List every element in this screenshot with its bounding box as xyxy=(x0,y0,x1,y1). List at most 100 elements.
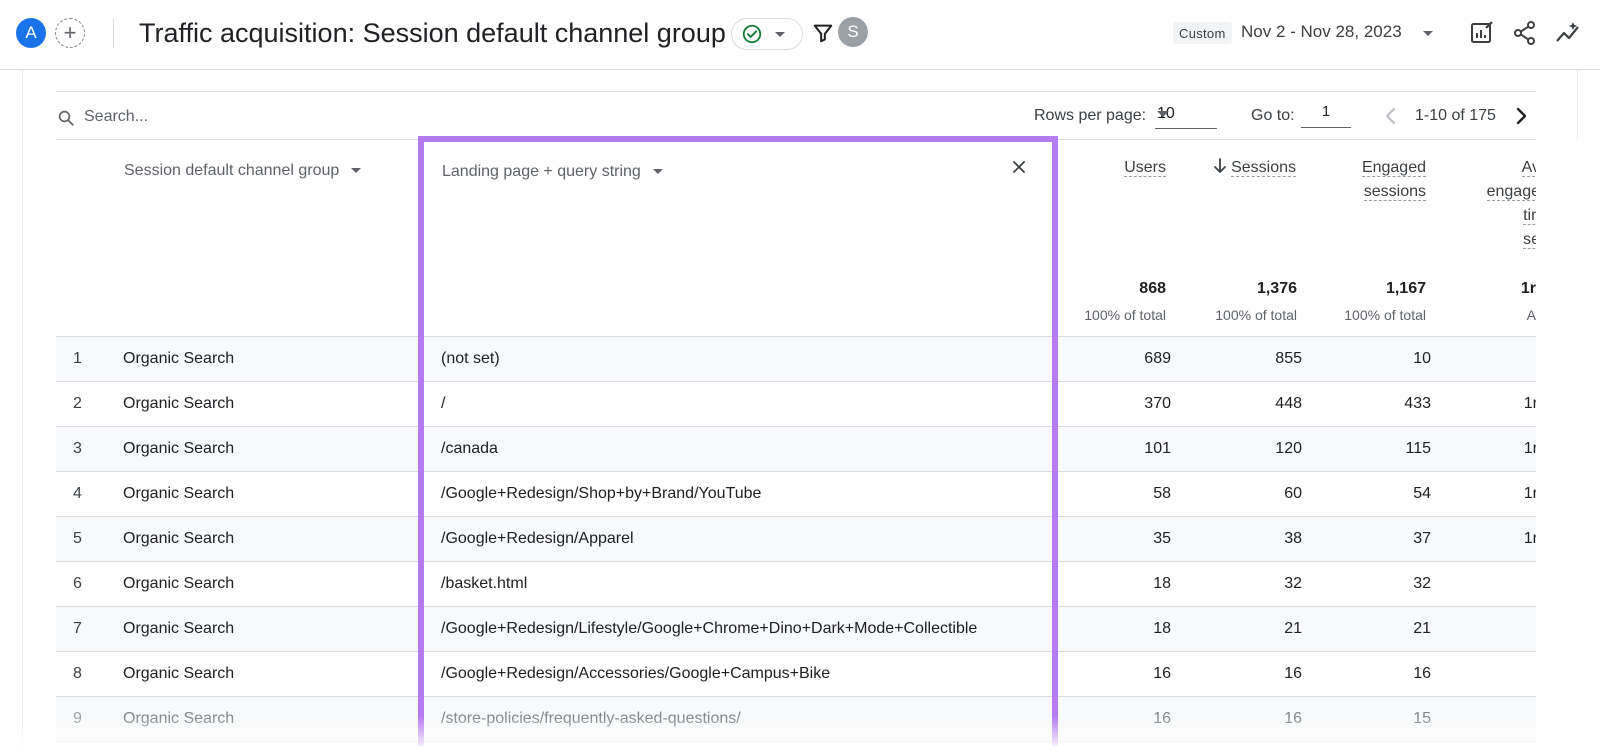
row-index: 3 xyxy=(73,440,82,457)
insights-icon[interactable] xyxy=(1554,19,1582,47)
table-row[interactable]: 9 Organic Search /store-policies/frequen… xyxy=(56,697,1536,742)
total-avg-engagement: 1r xyxy=(1520,280,1536,297)
row-index: 5 xyxy=(73,530,82,547)
date-range-picker[interactable]: Nov 2 - Nov 28, 2023 xyxy=(1241,22,1402,42)
engaged-sessions-cell: 115 xyxy=(1405,440,1431,457)
custom-range-badge: Custom xyxy=(1173,22,1232,44)
users-cell: 16 xyxy=(1153,710,1171,727)
landing-page-cell: /Google+Redesign/Apparel xyxy=(441,530,634,547)
landing-page-cell: / xyxy=(441,395,446,412)
users-cell: 18 xyxy=(1153,575,1171,592)
sessions-cell: 120 xyxy=(1275,440,1302,457)
total-users: 868 xyxy=(1139,280,1166,297)
total-sessions: 1,376 xyxy=(1256,280,1297,297)
table-row[interactable]: 8 Organic Search /Google+Redesign/Access… xyxy=(56,652,1536,697)
landing-page-cell: /Google+Redesign/Shop+by+Brand/YouTube xyxy=(441,485,762,502)
sessions-cell: 60 xyxy=(1284,485,1302,502)
channel-cell: Organic Search xyxy=(123,485,235,502)
rows-per-page-select[interactable]: 10 xyxy=(1155,102,1217,129)
table-row[interactable]: 1 Organic Search (not set) 689 855 10 xyxy=(56,337,1536,382)
row-index: 7 xyxy=(73,620,82,637)
table-row[interactable]: 4 Organic Search /Google+Redesign/Shop+b… xyxy=(56,472,1538,517)
users-cell: 689 xyxy=(1144,350,1171,367)
users-cell: 58 xyxy=(1153,485,1171,502)
column-header-engaged-sessions[interactable]: Engaged sessions xyxy=(1322,156,1426,204)
chevron-down-icon xyxy=(775,31,785,37)
chevron-right-icon[interactable] xyxy=(1511,104,1531,128)
chevron-down-icon[interactable] xyxy=(652,169,663,175)
row-index: 2 xyxy=(73,395,82,412)
channel-cell: Organic Search xyxy=(123,710,235,727)
column-header-sessions[interactable]: Sessions xyxy=(1198,156,1296,180)
channel-cell: Organic Search xyxy=(123,575,235,592)
column-header-label: Session default channel group xyxy=(124,162,340,179)
channel-cell: Organic Search xyxy=(123,395,235,412)
column-header-label: Users xyxy=(1124,159,1166,177)
user-avatar[interactable]: S xyxy=(838,17,868,47)
total-engaged-percent: 100% of total xyxy=(1344,307,1426,323)
add-comparison-button[interactable]: + xyxy=(55,18,85,48)
table-row[interactable]: 2 Organic Search / 370 448 433 1r xyxy=(56,382,1538,427)
channel-cell: Organic Search xyxy=(123,440,235,457)
total-users-percent: 100% of total xyxy=(1084,307,1166,323)
table-row[interactable]: 5 Organic Search /Google+Redesign/Appare… xyxy=(56,517,1538,562)
users-cell: 18 xyxy=(1153,620,1171,637)
landing-page-cell: /Google+Redesign/Lifestyle/Google+Chrome… xyxy=(441,620,978,637)
divider xyxy=(56,91,1536,92)
channel-cell: Organic Search xyxy=(123,620,235,637)
sessions-cell: 21 xyxy=(1284,620,1302,637)
channel-cell: Organic Search xyxy=(123,530,235,547)
landing-page-cell: /store-policies/frequently-asked-questio… xyxy=(441,710,741,727)
customize-report-icon[interactable] xyxy=(1468,19,1496,47)
users-cell: 370 xyxy=(1144,395,1171,412)
landing-page-cell: /Google+Redesign/Accessories/Google+Camp… xyxy=(441,665,831,682)
table-row[interactable]: 7 Organic Search /Google+Redesign/Lifest… xyxy=(56,607,1536,652)
row-index: 4 xyxy=(73,485,82,502)
chevron-down-icon[interactable] xyxy=(1423,31,1433,36)
total-engaged-sessions: 1,167 xyxy=(1385,280,1426,297)
channel-cell: Organic Search xyxy=(123,665,235,682)
arrow-down-icon xyxy=(1214,158,1226,173)
column-header-channel[interactable]: Session default channel group xyxy=(124,162,362,180)
rows-per-page-label: Rows per page: xyxy=(1034,107,1147,124)
table-row[interactable]: 6 Organic Search /basket.html 18 32 32 xyxy=(56,562,1536,607)
page-title: Traffic acquisition: Session default cha… xyxy=(139,18,726,48)
engaged-sessions-cell: 21 xyxy=(1413,620,1431,637)
check-circle-icon xyxy=(742,24,762,44)
row-index: 9 xyxy=(73,710,82,727)
sessions-cell: 855 xyxy=(1275,350,1302,367)
engaged-sessions-cell: 433 xyxy=(1404,395,1431,412)
column-header-label: Sessions xyxy=(1231,159,1296,177)
sessions-cell: 448 xyxy=(1275,395,1302,412)
close-icon[interactable] xyxy=(1012,160,1026,174)
table-clip-edge xyxy=(1536,140,1600,746)
report-status-button[interactable] xyxy=(731,18,803,50)
app-header: A + Traffic acquisition: Session default… xyxy=(0,0,1600,70)
goto-page-input[interactable]: 1 xyxy=(1301,101,1351,128)
share-icon[interactable] xyxy=(1511,19,1539,47)
engaged-sessions-cell: 32 xyxy=(1413,575,1431,592)
column-header-landing-page[interactable]: Landing page + query string xyxy=(442,163,663,181)
filter-icon[interactable] xyxy=(812,22,834,44)
column-header-label: Landing page + query string xyxy=(442,163,641,180)
users-cell: 35 xyxy=(1153,530,1171,547)
sessions-cell: 38 xyxy=(1284,530,1302,547)
comparison-avatar[interactable]: A xyxy=(16,18,46,48)
column-header-label-line2: engage xyxy=(1486,183,1540,201)
chevron-down-icon[interactable] xyxy=(351,168,362,174)
chevron-left-icon[interactable] xyxy=(1381,104,1401,128)
search-icon xyxy=(58,110,74,126)
landing-page-cell: /canada xyxy=(441,440,498,457)
engaged-sessions-cell: 54 xyxy=(1413,485,1431,502)
table-row[interactable]: 3 Organic Search /canada 101 120 115 1r xyxy=(56,427,1538,472)
column-header-avg-engagement-time[interactable]: Av engage tin se xyxy=(1470,156,1540,252)
engaged-sessions-cell: 37 xyxy=(1413,530,1431,547)
search-input[interactable] xyxy=(84,104,384,130)
column-header-users[interactable]: Users xyxy=(1100,156,1166,180)
row-index: 1 xyxy=(73,350,82,367)
engaged-sessions-cell: 16 xyxy=(1413,665,1431,682)
users-cell: 101 xyxy=(1144,440,1171,457)
data-table-body: 1 Organic Search (not set) 689 855 10 2 … xyxy=(56,337,1538,742)
column-header-label-line2: sessions xyxy=(1363,183,1426,201)
total-avg-engagement-sub: A xyxy=(1526,307,1536,323)
